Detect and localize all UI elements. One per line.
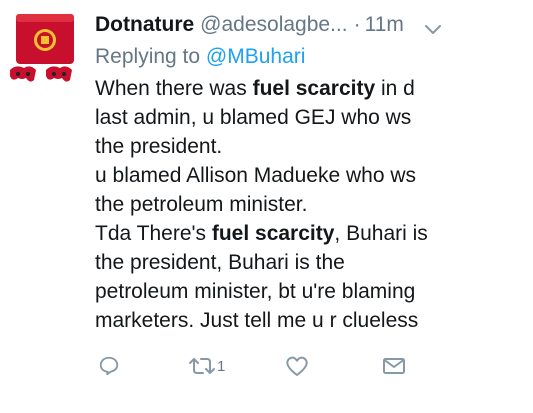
replying-mention[interactable]: @MBuhari <box>206 45 306 68</box>
tweet-text-line: Tda There's fuel scarcity, Buhari is <box>95 219 525 248</box>
tweet-text-line: last admin, u blamed GEJ who ws <box>95 103 525 132</box>
replying-prefix: Replying to <box>95 45 201 68</box>
tweet-text-line: marketers. Just tell me u r clueless <box>95 306 525 335</box>
tweet-time[interactable]: 11m <box>365 12 404 38</box>
author-name[interactable]: Dotnature <box>95 12 194 38</box>
reply-icon <box>98 355 120 377</box>
tweet-header: Dotnature @adesolagbe... · 11m <box>95 12 404 38</box>
text-segment: the petroleum minister. <box>95 193 308 216</box>
bold-phrase: fuel scarcity <box>252 77 376 100</box>
text-segment: the president. <box>95 135 223 158</box>
avatar[interactable] <box>6 8 80 94</box>
author-handle[interactable]: @adesolagbe... <box>200 12 347 38</box>
tweet-text-line: the president, Buhari is the <box>95 248 525 277</box>
text-segment: u blamed Allison Madueke who ws <box>95 164 417 187</box>
text-segment: the president, Buhari is the <box>95 251 345 274</box>
text-segment: , Buhari is <box>334 222 428 245</box>
text-segment: last admin, u blamed GEJ who ws <box>95 106 412 129</box>
tweet-text-line: the petroleum minister. <box>95 190 525 219</box>
text-segment: petroleum minister, bt u're blaming <box>95 280 416 303</box>
separator-dot: · <box>353 13 361 36</box>
tweet-text-line: petroleum minister, bt u're blaming <box>95 277 525 306</box>
text-segment: When there was <box>95 77 253 100</box>
replying-to: Replying to @MBuhari <box>95 44 305 70</box>
bold-phrase: fuel scarcity <box>211 222 335 245</box>
envelope-icon <box>382 356 406 376</box>
tweet-text-line: When there was fuel scarcity in d <box>95 74 525 103</box>
text-segment: in d <box>375 77 415 100</box>
like-button[interactable] <box>285 350 309 382</box>
tweet-text-line: the president. <box>95 132 525 161</box>
heart-icon <box>285 355 309 377</box>
retweet-icon <box>189 355 215 377</box>
text-segment: marketers. Just tell me u r clueless <box>95 309 419 332</box>
retweet-count: 1 <box>217 357 226 375</box>
reply-button[interactable] <box>98 350 120 382</box>
tweet-text-line: u blamed Allison Madueke who ws <box>95 161 525 190</box>
chevron-down-icon[interactable] <box>425 22 441 34</box>
direct-message-button[interactable] <box>382 350 406 382</box>
tweet-actions: 1 <box>0 350 533 386</box>
tweet-text: When there was fuel scarcity in d last ad… <box>95 74 525 335</box>
text-segment: Tda There's <box>95 222 212 245</box>
retweet-button[interactable]: 1 <box>189 350 225 382</box>
